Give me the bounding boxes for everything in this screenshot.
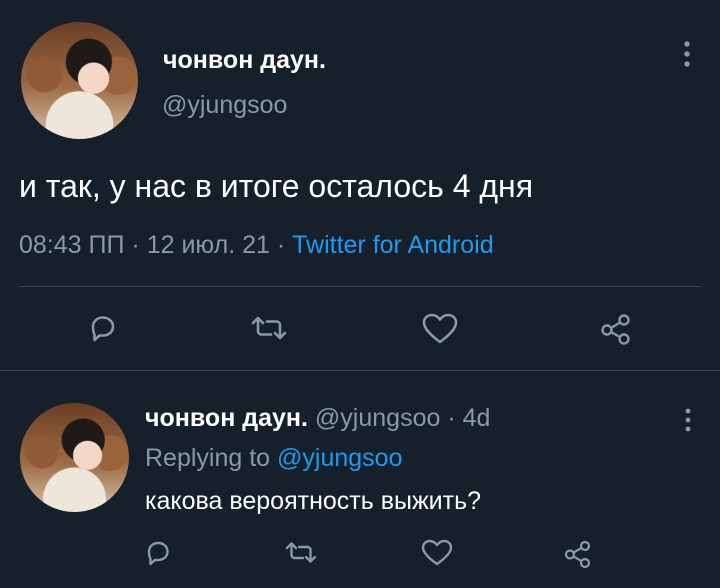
main-tweet-source[interactable]: Twitter for Android [292, 231, 493, 259]
retweet-icon [251, 316, 287, 340]
main-tweet-separator-2: · [276, 231, 286, 259]
reply-icon [91, 316, 115, 342]
main-tweet-text: и так, у нас в итоге осталось 4 дня [19, 168, 534, 204]
reply-text: какова вероятность выжить? [145, 487, 482, 515]
main-tweet-date[interactable]: 12 июл. 21 [147, 231, 270, 259]
main-tweet-share-button[interactable] [597, 310, 635, 348]
retweet-icon [285, 542, 317, 563]
main-tweet-display-name[interactable]: чонвон даун. [163, 45, 326, 75]
reply-handle[interactable]: @yjungsoo [315, 404, 440, 432]
replying-to-label: Replying to [145, 444, 271, 472]
main-tweet-like-button[interactable] [418, 309, 462, 349]
main-tweet-avatar[interactable] [21, 22, 138, 139]
more-vertical-icon [684, 41, 690, 67]
main-tweet-retweet-button[interactable] [246, 310, 292, 346]
reply-age[interactable]: 4d [463, 404, 491, 432]
reply-more-button[interactable] [678, 406, 698, 434]
main-tweet-time[interactable]: 08:43 ПП [19, 231, 124, 259]
like-icon [421, 539, 453, 566]
reply-header: чонвон даун. @yjungsoo · 4d [145, 403, 490, 433]
share-icon [564, 540, 591, 569]
main-tweet-divider [19, 286, 701, 287]
like-icon [422, 313, 458, 344]
reply-share-button[interactable] [561, 537, 595, 571]
reply-reply-button[interactable] [141, 536, 175, 570]
reply-retweet-button[interactable] [281, 537, 321, 569]
replying-to-handle[interactable]: @yjungsoo [277, 444, 402, 472]
more-vertical-icon [685, 408, 691, 432]
main-tweet-separator-1: · [131, 231, 140, 259]
reply-context: Replying to @yjungsoo [145, 443, 402, 473]
main-tweet-meta: 08:43 ПП · 12 июл. 21 · Twitter for Andr… [19, 230, 494, 260]
main-tweet-more-button[interactable] [676, 38, 698, 70]
main-tweet-reply-button[interactable] [84, 310, 120, 346]
reply-icon [147, 541, 169, 566]
main-tweet-handle[interactable]: @yjungsoo [162, 90, 287, 120]
reply-display-name[interactable]: чонвон даун. [145, 404, 308, 432]
reply-like-button[interactable] [418, 536, 456, 570]
reply-separator: · [447, 404, 456, 432]
share-icon [601, 314, 630, 345]
reply-avatar[interactable] [20, 403, 129, 512]
tweet-separator [0, 370, 720, 371]
